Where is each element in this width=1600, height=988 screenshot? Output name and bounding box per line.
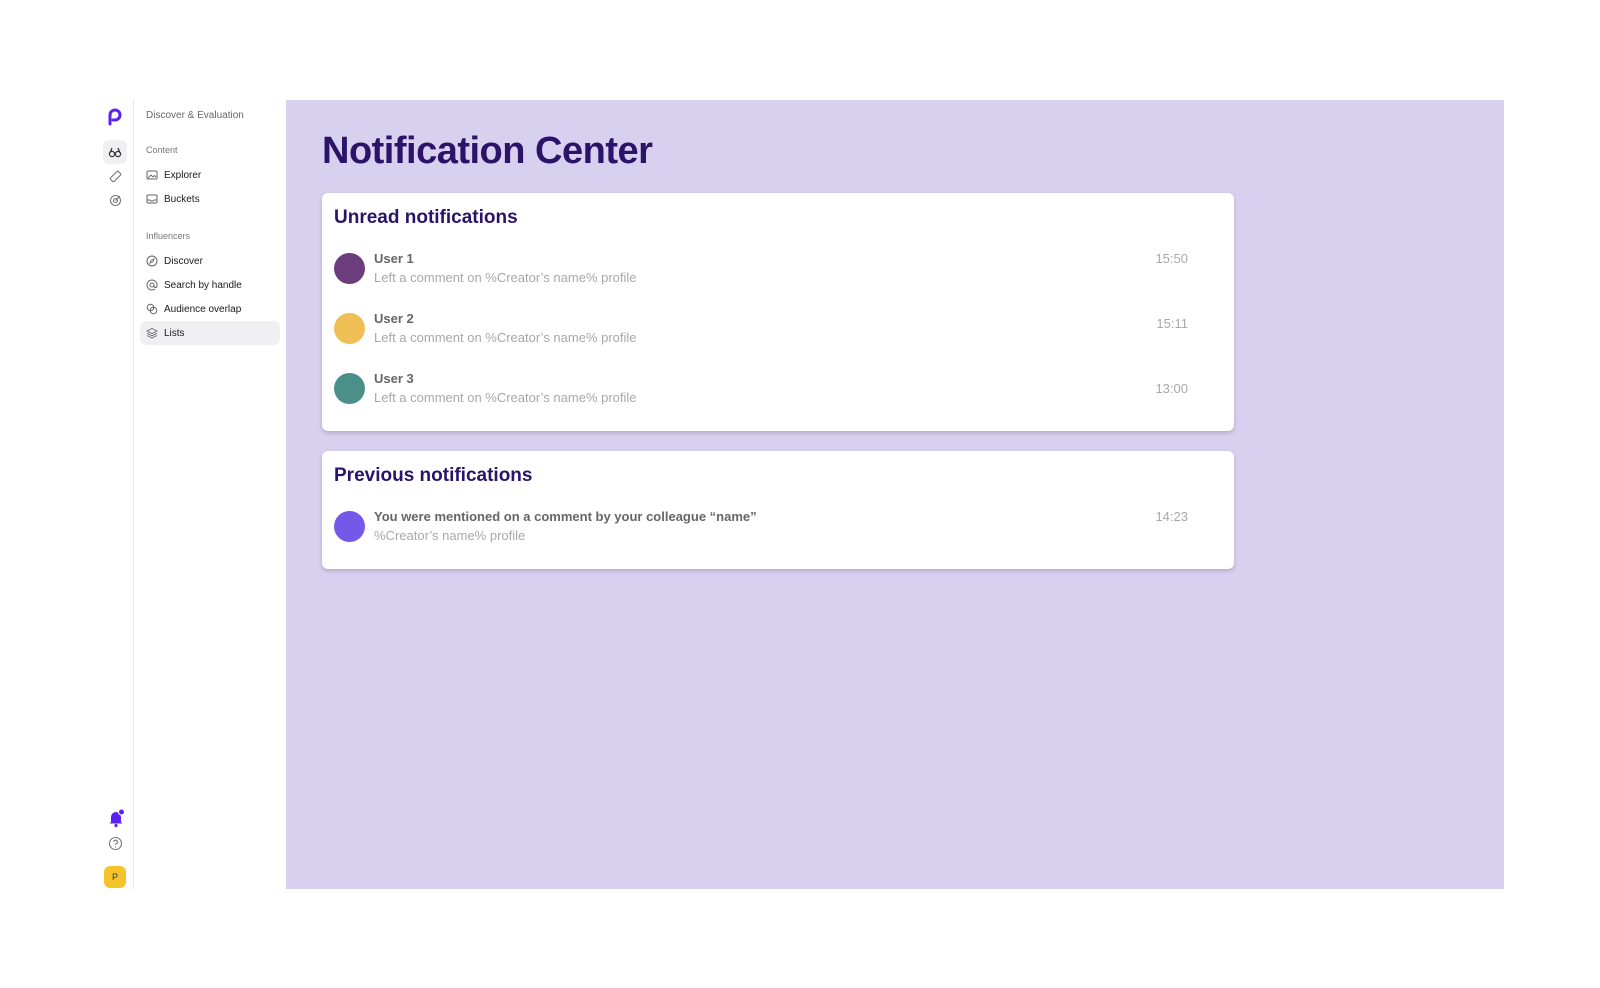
sidebar-item-discover[interactable]: Discover — [140, 249, 280, 273]
notification-message: Left a comment on %Creator’s name% profi… — [374, 390, 637, 405]
user-avatar — [334, 511, 365, 542]
page-title: Notification Center — [322, 130, 653, 172]
at-icon — [146, 279, 158, 291]
notification-time: 14:23 — [1155, 509, 1188, 524]
target-icon[interactable] — [103, 188, 127, 212]
sidebar-item-label: Explorer — [164, 169, 202, 181]
notification-time: 15:50 — [1155, 251, 1188, 266]
sidebar-item-label: Search by handle — [164, 279, 242, 291]
group-label-influencers: Influencers — [146, 231, 191, 241]
sidebar-item-search-by-handle[interactable]: Search by handle — [140, 273, 280, 297]
sidebar-item-label: Audience overlap — [164, 303, 242, 315]
notification-user: User 1 — [374, 251, 414, 266]
notification-time: 15:11 — [1156, 316, 1188, 331]
user-avatar — [334, 253, 365, 284]
notification-user: User 3 — [374, 371, 414, 386]
sidebar-item-label: Buckets — [164, 193, 200, 205]
app-shell: P Discover & Evaluation Content Explorer… — [100, 100, 1504, 889]
binoculars-icon[interactable] — [103, 140, 127, 164]
sidebar-item-label: Lists — [164, 327, 185, 339]
logo-icon[interactable] — [106, 108, 124, 126]
notification-message: Left a comment on %Creator’s name% profi… — [374, 330, 637, 345]
notification-user: You were mentioned on a comment by your … — [374, 509, 757, 524]
unread-notifications-card: Unread notifications User 1 Left a comme… — [322, 193, 1234, 431]
sidebar-item-lists[interactable]: Lists — [140, 321, 280, 345]
user-avatar — [334, 313, 365, 344]
icon-rail: P — [100, 100, 134, 889]
ruler-icon[interactable] — [103, 164, 127, 188]
notification-item[interactable]: User 2 Left a comment on %Creator’s name… — [334, 303, 1222, 363]
help-icon[interactable] — [108, 836, 123, 851]
compass-icon — [146, 255, 158, 267]
image-icon — [146, 170, 158, 180]
card-title: Unread notifications — [334, 207, 518, 228]
sidebar-item-label: Discover — [164, 255, 203, 267]
main-content: Notification Center Unread notifications… — [286, 100, 1504, 889]
sidebar-item-audience-overlap[interactable]: Audience overlap — [140, 297, 280, 321]
notification-time: 13:00 — [1155, 381, 1188, 396]
panel-section-title: Discover & Evaluation — [146, 110, 244, 121]
notification-message: Left a comment on %Creator’s name% profi… — [374, 270, 637, 285]
overlap-icon — [146, 303, 158, 315]
notification-user: User 2 — [374, 311, 414, 326]
card-title: Previous notifications — [334, 465, 533, 486]
user-avatar[interactable]: P — [104, 866, 126, 888]
group-label-content: Content — [146, 145, 178, 155]
previous-notifications-card: Previous notifications You were mentione… — [322, 451, 1234, 569]
sidebar-item-explorer[interactable]: Explorer — [140, 163, 280, 187]
side-panel: Discover & Evaluation Content Explorer B… — [134, 100, 286, 889]
inbox-icon — [146, 194, 158, 204]
notification-item[interactable]: User 1 Left a comment on %Creator’s name… — [334, 243, 1222, 303]
bell-icon[interactable] — [106, 808, 126, 828]
notification-message: %Creator’s name% profile — [374, 528, 526, 543]
notification-item[interactable]: You were mentioned on a comment by your … — [334, 501, 1222, 561]
sidebar-item-buckets[interactable]: Buckets — [140, 187, 280, 211]
layers-icon — [146, 327, 158, 339]
user-avatar — [334, 373, 365, 404]
notification-item[interactable]: User 3 Left a comment on %Creator’s name… — [334, 363, 1222, 423]
